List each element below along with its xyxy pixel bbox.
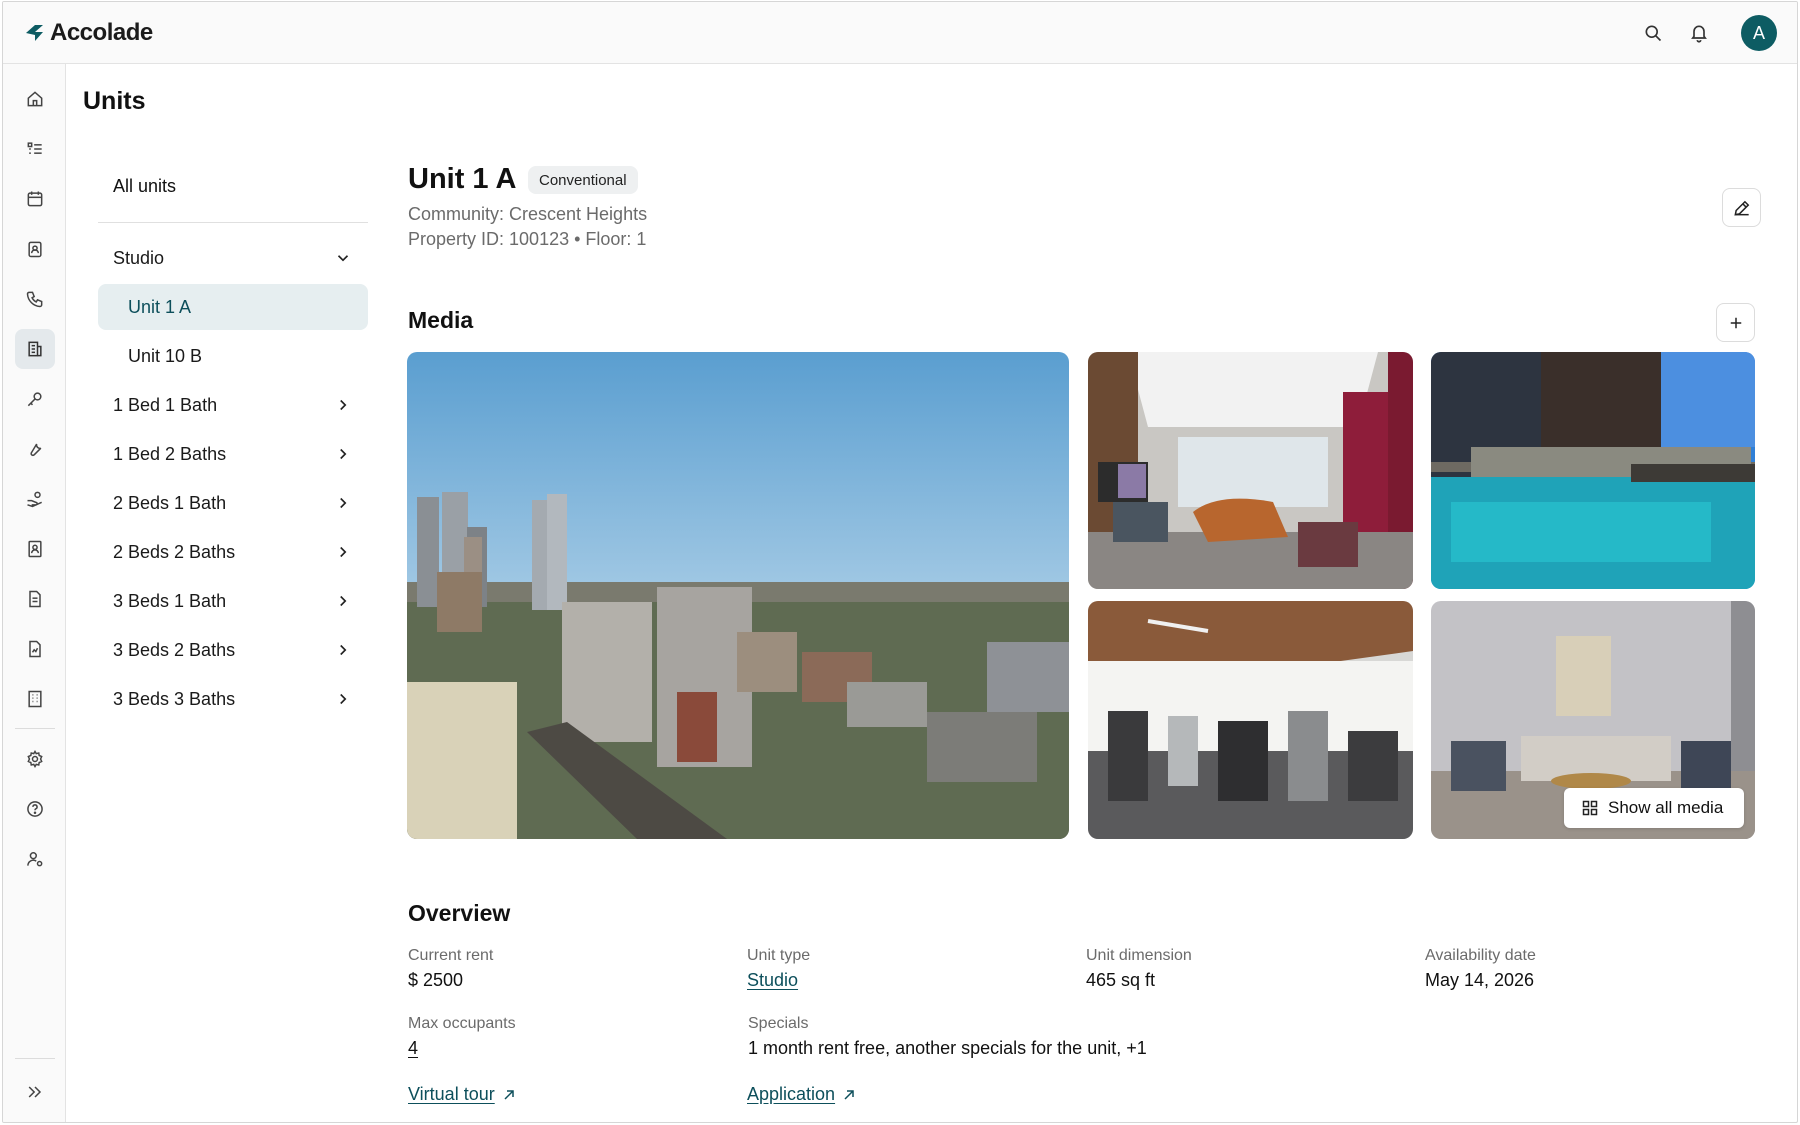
nav-group-2beds-2baths[interactable]: 2 Beds 2 Baths — [98, 529, 368, 575]
settings-icon[interactable] — [15, 739, 55, 779]
specials-label: Specials — [748, 1015, 809, 1032]
all-units-link[interactable]: All units — [113, 176, 176, 197]
nav-group-label: 1 Bed 2 Baths — [113, 443, 227, 464]
document-icon[interactable] — [15, 579, 55, 619]
chevron-right-icon — [340, 546, 347, 558]
pencil-icon — [1733, 200, 1749, 216]
chevron-right-icon — [340, 595, 347, 607]
chevron-right-icon — [340, 644, 347, 656]
add-media-button[interactable] — [1716, 303, 1755, 342]
nav-group-3beds-2baths[interactable]: 3 Beds 2 Baths — [98, 627, 368, 673]
pool-photo[interactable] — [1431, 352, 1755, 589]
nav-unit-10b[interactable]: Unit 10 B — [98, 333, 368, 379]
availability-label: Availability date — [1425, 947, 1536, 964]
city-skyline-photo[interactable] — [407, 352, 1069, 839]
chevron-right-icon — [340, 693, 347, 705]
chevron-down-icon — [337, 255, 349, 262]
nav-unit-label: Unit 10 B — [128, 345, 203, 366]
property-text: Property ID: 100123 • Floor: 1 — [408, 229, 647, 249]
hand-coin-icon[interactable] — [15, 479, 55, 519]
calendar-icon[interactable] — [15, 179, 55, 219]
rail-divider — [15, 728, 55, 729]
nav-group-1bed-2baths[interactable]: 1 Bed 2 Baths — [98, 431, 368, 477]
lounge-photo[interactable] — [1088, 352, 1413, 589]
nav-group-label: Studio — [113, 247, 165, 268]
expand-icon[interactable] — [15, 1072, 55, 1112]
current-rent-value: $ 2500 — [408, 970, 464, 990]
availability-value: May 14, 2026 — [1425, 970, 1535, 990]
office-building-icon[interactable] — [15, 679, 55, 719]
nav-group-3beds-3baths[interactable]: 3 Beds 3 Baths — [98, 676, 368, 722]
building-icon[interactable] — [15, 329, 55, 369]
help-icon[interactable] — [15, 789, 55, 829]
search-icon[interactable] — [1641, 21, 1665, 45]
app-name: Accolade — [50, 19, 153, 46]
nav-group-label: 2 Beds 1 Bath — [113, 492, 227, 513]
chevron-right-icon — [340, 448, 347, 460]
gym-photo[interactable] — [1088, 601, 1413, 839]
overview-title: Overview — [408, 900, 511, 926]
task-list-icon[interactable] — [15, 129, 55, 169]
unit-dimension-label: Unit dimension — [1086, 947, 1192, 964]
left-rail — [3, 64, 66, 1122]
nav-group-label: 3 Beds 1 Bath — [113, 590, 227, 611]
plus-icon — [1730, 317, 1741, 328]
application-link[interactable]: Application — [747, 1084, 855, 1105]
unit-type-link[interactable]: Studio — [747, 970, 798, 991]
current-rent-label: Current rent — [408, 947, 494, 964]
nav-group-3beds-1bath[interactable]: 3 Beds 1 Bath — [98, 578, 368, 624]
id-badge-icon[interactable] — [15, 529, 55, 569]
unit-title: Unit 1 A — [408, 163, 517, 195]
chevron-right-icon — [340, 497, 347, 509]
bell-icon[interactable] — [1687, 21, 1711, 45]
unit-type-badge: Conventional — [528, 166, 638, 194]
media-title: Media — [408, 307, 474, 333]
unit-type-label: Unit type — [747, 947, 811, 964]
unit-dimension-value: 465 sq ft — [1086, 970, 1156, 990]
max-occupants-label: Max occupants — [408, 1015, 516, 1032]
external-link-icon — [504, 1089, 514, 1100]
rail-divider — [15, 1058, 55, 1059]
top-bar: Accolade A — [3, 2, 1797, 64]
wrench-icon[interactable] — [15, 429, 55, 469]
show-all-media-button[interactable]: Show all media — [1564, 788, 1744, 828]
nav-group-label: 3 Beds 2 Baths — [113, 639, 236, 660]
virtual-tour-link[interactable]: Virtual tour — [408, 1084, 515, 1105]
community-text: Community: Crescent Heights — [408, 204, 648, 224]
external-link-icon — [844, 1089, 854, 1100]
home-icon[interactable] — [15, 79, 55, 119]
nav-unit-1a[interactable]: Unit 1 A — [98, 284, 368, 330]
avatar[interactable]: A — [1741, 15, 1777, 51]
app-window: Accolade A Units All units Studio Unit 1… — [2, 1, 1798, 1123]
nav-group-1bed-1bath[interactable]: 1 Bed 1 Bath — [98, 382, 368, 428]
chevron-right-icon — [340, 399, 347, 411]
edit-button[interactable] — [1722, 188, 1761, 227]
key-icon[interactable] — [15, 379, 55, 419]
nav-group-2beds-1bath[interactable]: 2 Beds 1 Bath — [98, 480, 368, 526]
app-logo[interactable]: Accolade — [23, 19, 153, 47]
nav-divider — [98, 222, 368, 223]
page-title: Units — [83, 87, 146, 115]
virtual-tour-label: Virtual tour — [408, 1084, 495, 1104]
report-icon[interactable] — [15, 629, 55, 669]
phone-icon[interactable] — [15, 279, 55, 319]
nav-group-studio[interactable]: Studio — [98, 235, 368, 281]
grid-icon — [1582, 800, 1598, 816]
nav-unit-label: Unit 1 A — [128, 296, 192, 317]
nav-group-label: 3 Beds 3 Baths — [113, 688, 236, 709]
application-label: Application — [747, 1084, 836, 1104]
contact-card-icon[interactable] — [15, 229, 55, 269]
user-settings-icon[interactable] — [15, 839, 55, 879]
max-occupants-value[interactable]: 4 — [408, 1038, 418, 1059]
nav-group-label: 2 Beds 2 Baths — [113, 541, 236, 562]
specials-value: 1 month rent free, another specials for … — [748, 1038, 1147, 1058]
accolade-logo-icon — [26, 25, 43, 41]
nav-group-label: 1 Bed 1 Bath — [113, 394, 218, 415]
show-all-label: Show all media — [1608, 798, 1724, 817]
